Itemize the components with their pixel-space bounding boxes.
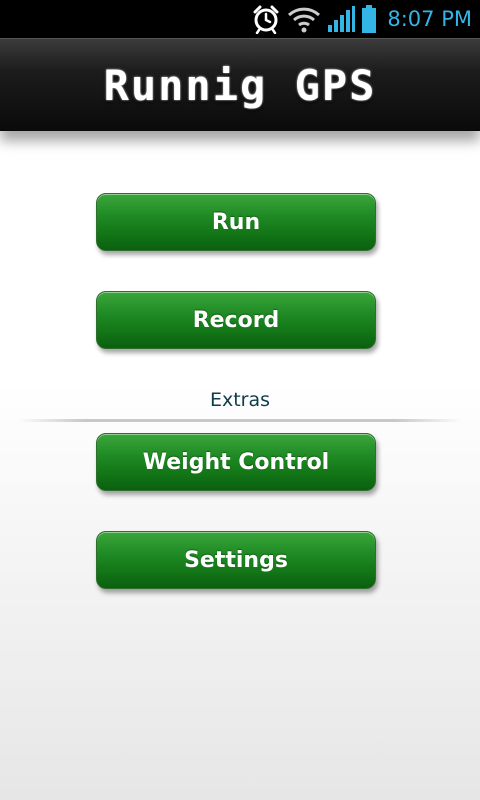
settings-button[interactable]: Settings (96, 531, 376, 589)
section-divider (18, 419, 462, 422)
weight-control-button[interactable]: Weight Control (96, 433, 376, 491)
status-bar: 8:07 PM (0, 0, 480, 38)
alarm-clock-icon (251, 4, 281, 34)
battery-icon (361, 4, 377, 34)
title-bar: Runnig GPS (0, 38, 480, 131)
record-button[interactable]: Record (96, 291, 376, 349)
wifi-icon (287, 4, 321, 34)
extras-section-label: Extras (209, 389, 271, 411)
status-time: 8:07 PM (387, 7, 472, 31)
run-button[interactable]: Run (96, 193, 376, 251)
app-title: Runnig GPS (103, 60, 377, 110)
signal-icon (327, 4, 356, 34)
